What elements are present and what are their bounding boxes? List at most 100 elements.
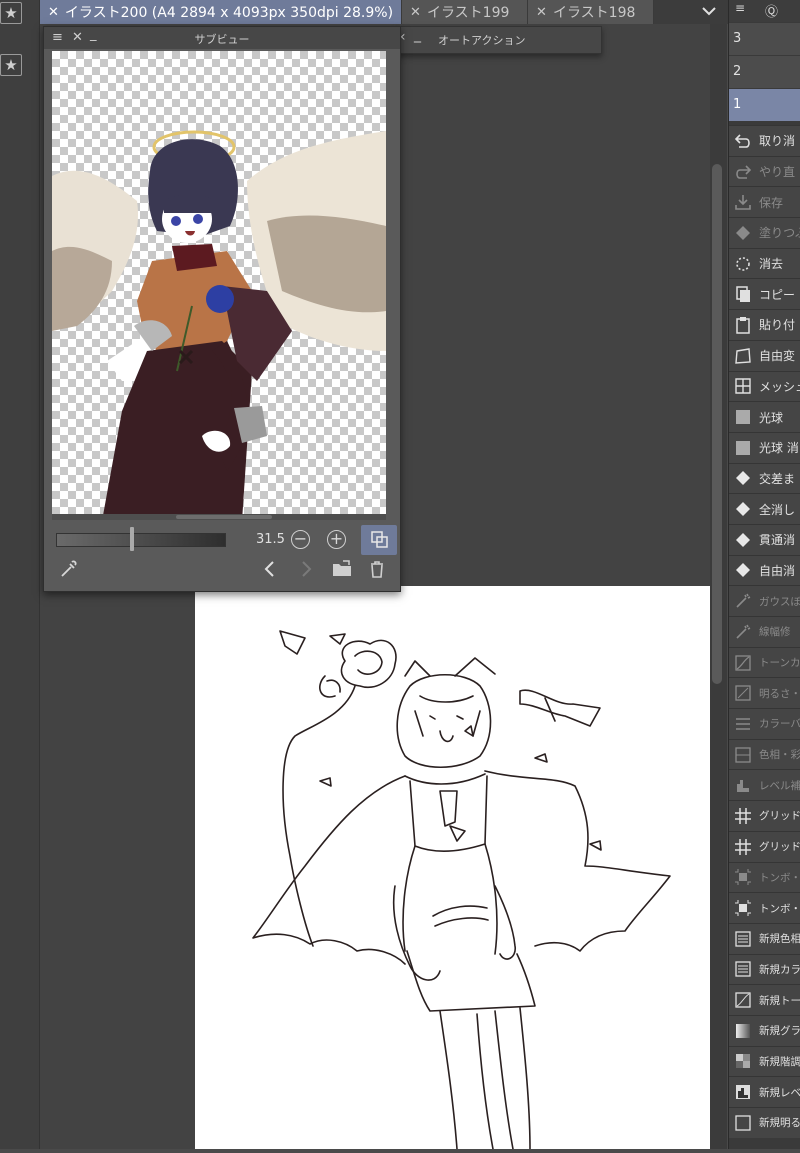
command-label: 新規グラ (759, 1025, 800, 1038)
fit-to-view-button[interactable] (361, 525, 397, 555)
command-label: 新規明る (759, 1117, 800, 1130)
command-item[interactable]: 消去 (729, 247, 800, 279)
command-label: カラーバ (759, 718, 800, 731)
command-item[interactable]: トンボ・ (729, 892, 800, 923)
mesh-transform-icon (733, 376, 753, 396)
line-art-sketch (252, 630, 671, 1150)
subview-scrollbar[interactable] (52, 514, 386, 520)
command-item[interactable]: 自由消 (729, 554, 800, 586)
command-item[interactable]: 新規グラ (729, 1014, 800, 1046)
command-label: 保存 (759, 195, 784, 210)
close-icon[interactable]: ✕ (410, 5, 421, 20)
close-icon[interactable]: ✕ (48, 5, 59, 20)
tab-illust199[interactable]: ✕ イラスト199 (402, 0, 529, 24)
zoom-slider-knob[interactable] (130, 527, 134, 551)
tab-illust200[interactable]: ✕ イラスト200 (A4 2894 x 4093px 350dpi 28.9%… (40, 0, 403, 24)
command-item[interactable]: トーンカ (729, 646, 800, 678)
layer-item-selected[interactable]: 1 (729, 89, 800, 121)
command-item[interactable]: 新規トー (729, 984, 800, 1015)
command-item[interactable]: 光球 消 (729, 431, 800, 463)
minimize-icon[interactable]: _ (414, 27, 421, 43)
zoom-out-button[interactable]: − (291, 530, 310, 549)
favorite-star-icon[interactable]: ★ (0, 54, 22, 76)
new-brightness-icon (733, 1113, 753, 1133)
trash-icon[interactable] (366, 559, 388, 579)
command-item[interactable]: コピー (729, 278, 800, 310)
command-item[interactable]: カラーバ (729, 708, 800, 739)
command-item[interactable]: 全消し (729, 493, 800, 524)
menu-icon[interactable]: ≡ (735, 1, 745, 15)
command-item[interactable]: グリッド (729, 800, 800, 831)
command-item[interactable]: 貫通消 (729, 523, 800, 555)
command-label: 消去 (759, 257, 784, 272)
new-adjust-layer-icon (733, 929, 753, 949)
light-ball-icon (733, 438, 753, 458)
panel-header: ≡ Ⓠ (729, 0, 800, 22)
command-label: 貼り付 (759, 318, 796, 333)
command-item[interactable]: 線幅修 (729, 616, 800, 647)
command-label: トーンカ (759, 657, 800, 670)
command-item[interactable]: レベル補 (729, 769, 800, 801)
command-item[interactable]: 新規明る (729, 1107, 800, 1138)
command-item[interactable]: 自由変 (729, 339, 800, 371)
command-label: 自由消 (759, 563, 796, 578)
command-item[interactable]: 塗りつぶ (729, 217, 800, 248)
command-item[interactable]: やり直 (729, 155, 800, 187)
tab-illust198[interactable]: ✕ イラスト198 (528, 0, 655, 24)
command-label: やり直 (759, 165, 796, 180)
left-toolbar: ★ ★ (0, 0, 40, 1149)
command-item[interactable]: 保存 (729, 186, 800, 218)
light-ball-icon (733, 407, 753, 427)
favorite-star-icon[interactable]: ★ (0, 2, 22, 24)
command-item[interactable]: 新規色相 (729, 922, 800, 954)
command-item[interactable]: 交差ま (729, 462, 800, 494)
command-label: 色相・彩 (759, 749, 800, 762)
subview-title: サブビュー (194, 33, 250, 46)
command-item[interactable]: 新規レベ (729, 1076, 800, 1107)
command-item[interactable]: 明るさ・ (729, 677, 800, 709)
command-label: 明るさ・ (759, 687, 800, 700)
command-item[interactable]: メッシュ (729, 370, 800, 402)
eraser-icon (733, 530, 753, 550)
command-label: 新規階調 (759, 1055, 800, 1068)
close-icon[interactable]: ✕ (536, 5, 547, 20)
next-image-icon[interactable] (295, 559, 317, 579)
command-item[interactable]: グリッド (729, 830, 800, 862)
canvas-paper[interactable] (195, 586, 710, 1150)
command-item[interactable]: 光球 (729, 401, 800, 432)
scrollbar-thumb[interactable] (712, 164, 722, 684)
zoom-in-button[interactable]: + (327, 530, 346, 549)
subview-panel: ≡ ✕ _ サブビュー 31.5 − + (43, 26, 401, 592)
command-item[interactable]: 色相・彩 (729, 738, 800, 770)
eyedropper-icon[interactable] (58, 559, 80, 579)
command-label: グリッド (759, 841, 800, 854)
subview-preview-image[interactable] (52, 51, 386, 521)
save-icon (733, 192, 753, 212)
command-item[interactable]: トンボ・ (729, 861, 800, 893)
tab-label: イラスト200 (A4 2894 x 4093px 350dpi 28.9%) (64, 5, 394, 21)
command-item[interactable]: 新規カラ (729, 953, 800, 985)
layer-item[interactable]: 2 (729, 56, 800, 88)
command-item[interactable]: 新規階調 (729, 1045, 800, 1077)
command-item[interactable]: ガウスぼ (729, 585, 800, 616)
canvas-vertical-scrollbar[interactable] (710, 24, 727, 1149)
open-folder-icon[interactable] (331, 559, 353, 579)
layer-item[interactable]: 3 (729, 23, 800, 55)
previous-image-icon[interactable] (259, 559, 281, 579)
search-icon[interactable]: Ⓠ (765, 1, 778, 20)
subview-titlebar[interactable]: ≡ ✕ _ サブビュー (44, 27, 400, 49)
copy-icon (733, 284, 753, 304)
levels-icon (733, 775, 753, 795)
chevron-down-icon[interactable] (700, 2, 718, 20)
magic-wand-icon (733, 591, 753, 611)
command-label: メッシュ (759, 379, 800, 394)
tone-curve-icon (733, 653, 753, 673)
new-tone-curve-icon (733, 990, 753, 1010)
command-item[interactable]: 取り消 (729, 125, 800, 156)
command-label: トンボ・ (759, 871, 800, 884)
zoom-slider[interactable] (56, 533, 226, 547)
new-levels-icon (733, 1082, 753, 1102)
fit-icon (371, 531, 388, 548)
command-item[interactable]: 貼り付 (729, 309, 800, 340)
clear-icon (733, 254, 753, 274)
